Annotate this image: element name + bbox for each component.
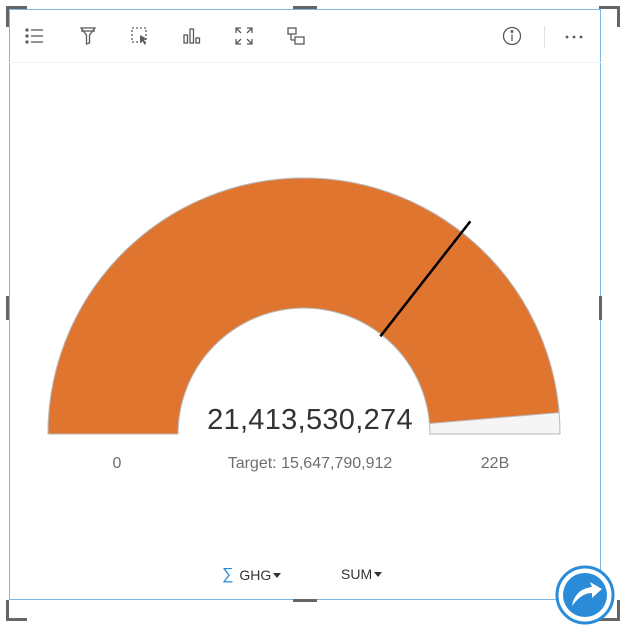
gauge-value: 21,413,530,274 [207, 404, 413, 436]
gauge-max-label: 22B [480, 455, 510, 472]
flip-card-button[interactable] [552, 562, 618, 628]
chevron-down-icon [273, 572, 282, 578]
chevron-down-icon [374, 571, 383, 577]
statistic-dropdown-label: SUM [341, 566, 373, 582]
sigma-icon: ∑ [222, 566, 234, 583]
field-dropdown-label: GHG [239, 567, 272, 583]
gauge-target-label: Target: 15,647,790,912 [227, 455, 393, 472]
gauge-chart [47, 177, 561, 435]
flip-card-arrow-icon [555, 565, 615, 625]
statistic-dropdown[interactable]: SUM [341, 566, 383, 582]
card-footer: ∑ GHG SUM [0, 565, 623, 589]
gauge-min-label: 0 [112, 455, 122, 472]
gauge-value-arc [47, 177, 560, 435]
field-dropdown[interactable]: ∑ GHG [222, 566, 282, 584]
